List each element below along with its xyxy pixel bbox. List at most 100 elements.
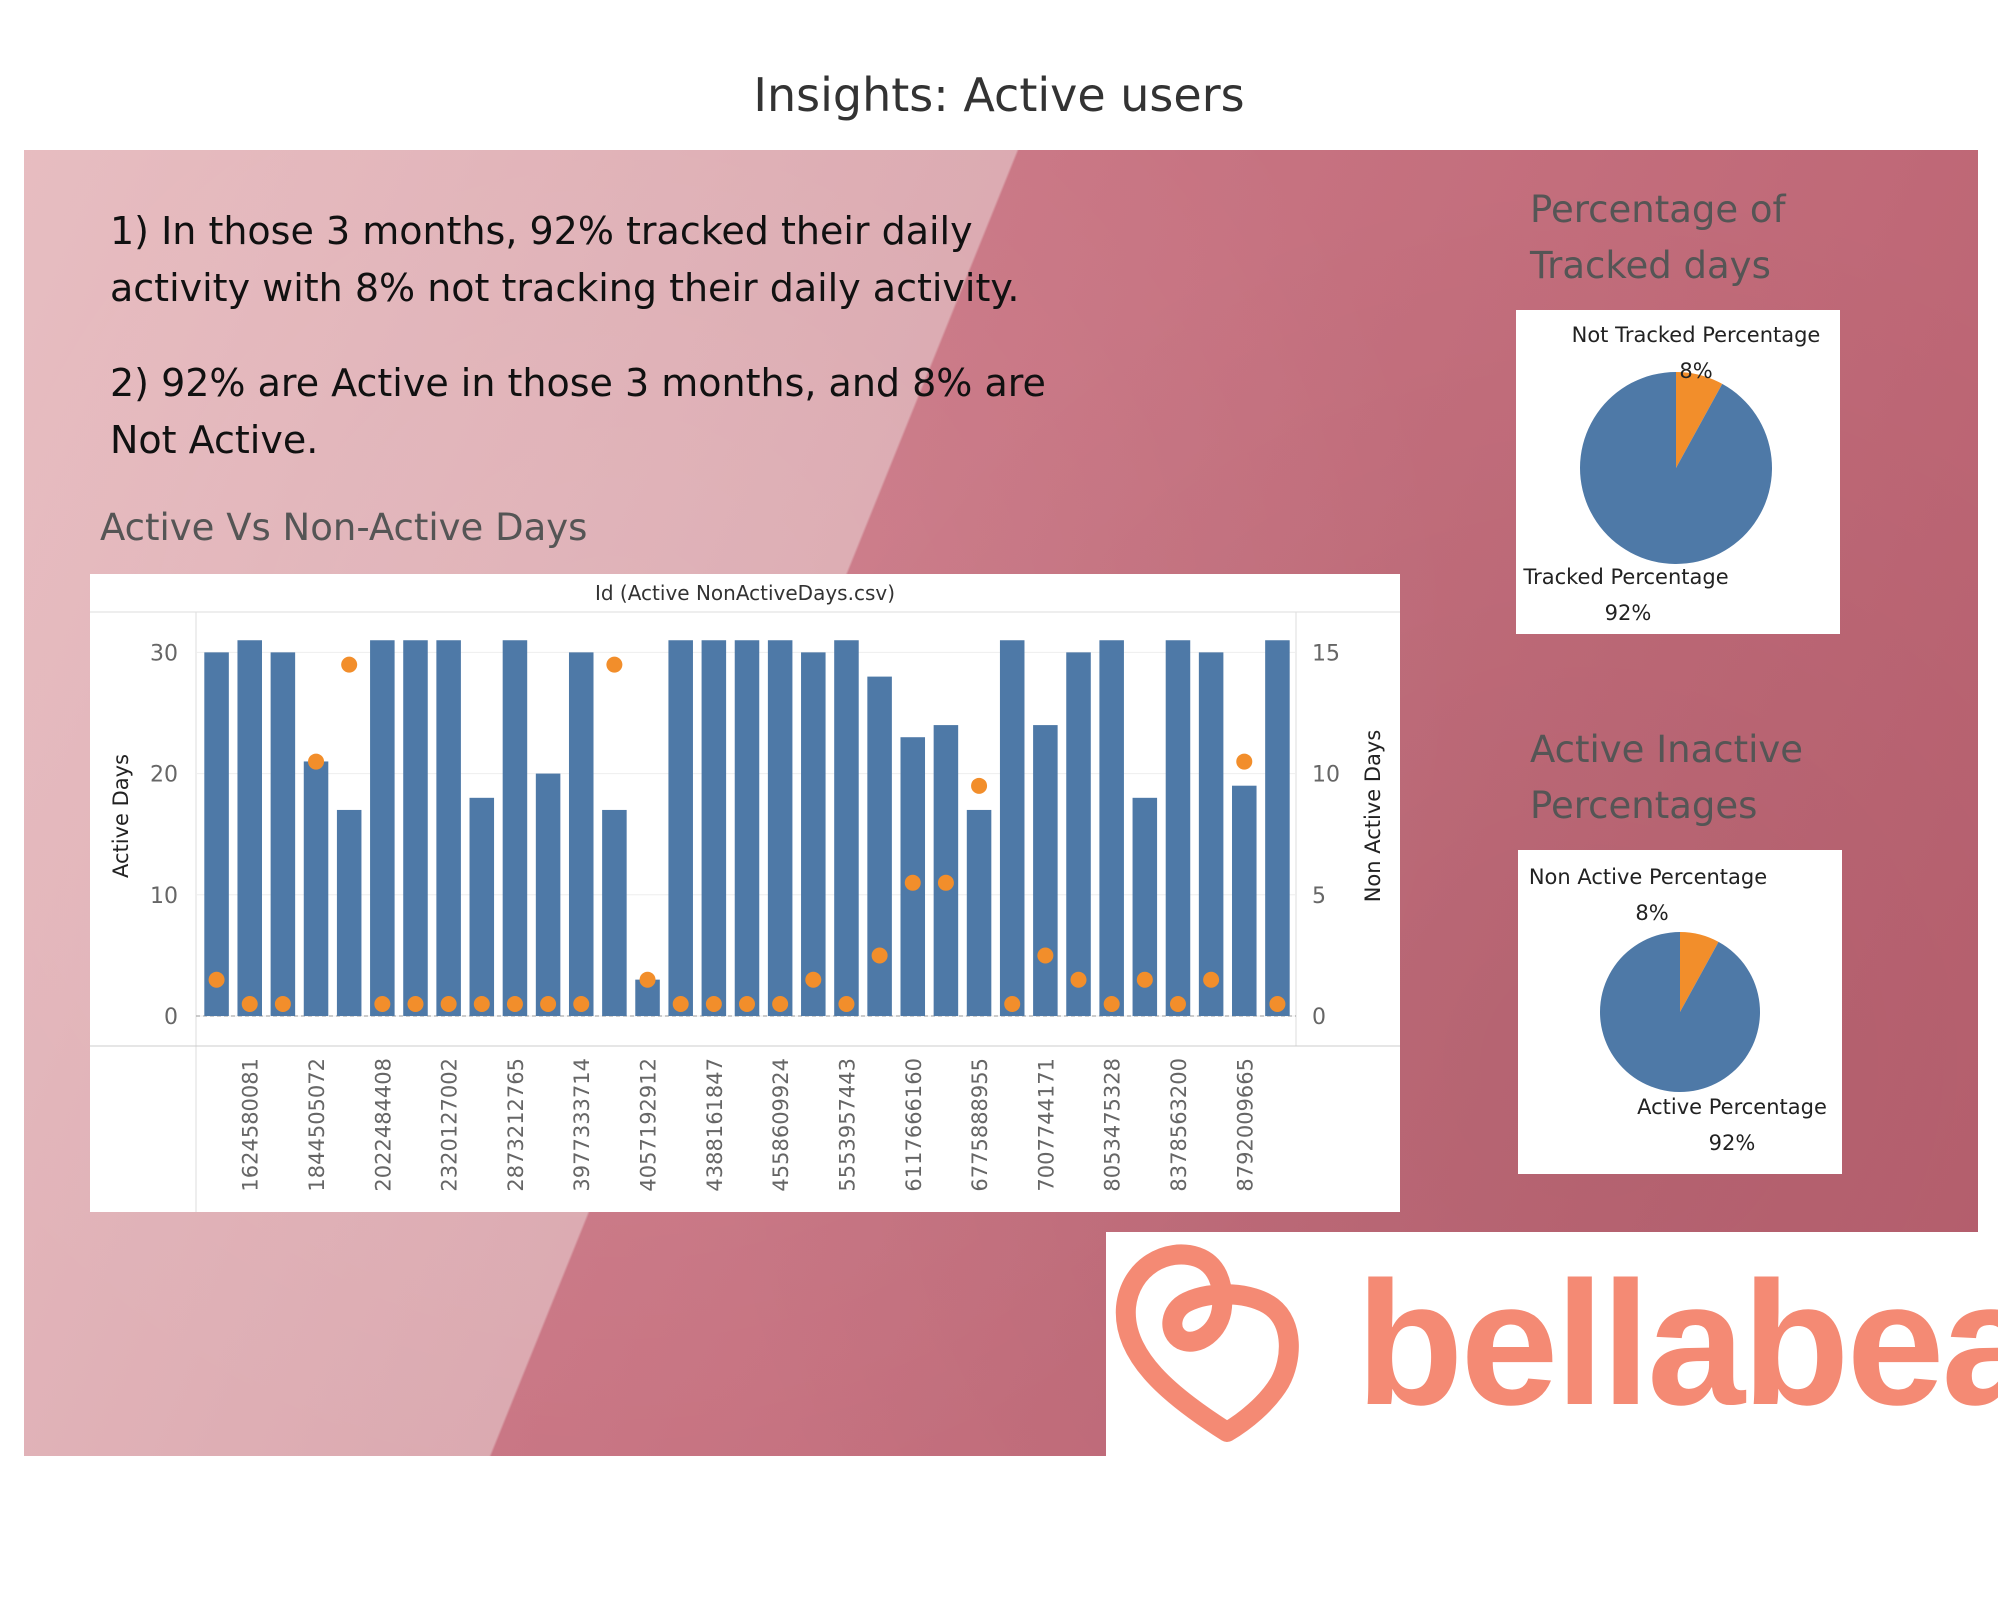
- y2-tick-label: 10: [1312, 763, 1340, 788]
- bar-active-days: [966, 809, 992, 1016]
- bar-active-days: [237, 640, 262, 1016]
- bar-active-days: [535, 773, 561, 1016]
- bar-active-days: [1066, 652, 1091, 1016]
- dot-non-active-days: [341, 656, 358, 673]
- dot-non-active-days: [1136, 971, 1153, 988]
- bar-active-days: [933, 725, 959, 1016]
- x-tick-label: 2022484408: [371, 1058, 395, 1192]
- dot-non-active-days: [208, 971, 225, 988]
- x-tick-label: 3977333714: [570, 1058, 594, 1192]
- dot-non-active-days: [241, 996, 258, 1012]
- x-tick-label: 1844505072: [305, 1058, 329, 1192]
- logo-wordmark: bellabeat: [1356, 1246, 1998, 1442]
- bar-active-days: [767, 640, 793, 1016]
- dot-non-active-days: [1236, 753, 1253, 770]
- y-tick-label: 30: [150, 641, 178, 666]
- bar-active-days: [602, 809, 627, 1016]
- dot-non-active-days: [1103, 996, 1120, 1012]
- bar-active-days: [469, 797, 495, 1016]
- x-tick-label: 6117666160: [902, 1058, 926, 1192]
- dot-non-active-days: [739, 996, 755, 1012]
- dot-non-active-days: [506, 996, 523, 1012]
- tracked-pie-card: Not Tracked Percentage 8% Tracked Percenta…: [1516, 310, 1840, 634]
- chart-title: Id (Active NonActiveDays.csv): [595, 581, 895, 605]
- dot-non-active-days: [374, 996, 391, 1012]
- dot-non-active-days: [672, 996, 689, 1012]
- x-tick-label: 1624580081: [239, 1058, 263, 1192]
- tracked-days-title: Percentage of Tracked days: [1530, 188, 1786, 287]
- bar-active-days: [668, 640, 693, 1016]
- x-tick-label: 5553957443: [835, 1058, 859, 1192]
- dot-non-active-days: [1037, 947, 1054, 964]
- x-tick-label: 7007744171: [1034, 1058, 1058, 1192]
- pie-slice-label: Not Tracked Percentage: [1572, 323, 1821, 347]
- bar-active-days: [734, 640, 760, 1016]
- dot-non-active-days: [1070, 971, 1087, 988]
- dot-non-active-days: [407, 996, 424, 1012]
- dot-non-active-days: [639, 971, 656, 988]
- x-tick-label: 4057192912: [637, 1058, 661, 1192]
- bar-chart-card: Id (Active NonActiveDays.csv) 0 10 20 30 0 5 10…: [90, 574, 1400, 1212]
- y2-axis-label: Non Active Days: [1361, 730, 1385, 903]
- x-tick-label: 2873212765: [504, 1058, 528, 1192]
- tracked-days-pie-chart: Not Tracked Percentage 8% Tracked Percenta…: [1522, 323, 1821, 625]
- x-tick-label: 8378563200: [1167, 1058, 1191, 1192]
- bar-active-days: [436, 640, 461, 1016]
- x-tick-label: 8053475328: [1101, 1058, 1125, 1192]
- bar-active-days: [502, 640, 528, 1016]
- dot-non-active-days: [705, 996, 722, 1012]
- pie-slice: [1580, 372, 1772, 564]
- x-tick-label: 8792009665: [1233, 1058, 1257, 1192]
- y2-tick-label: 5: [1312, 884, 1326, 909]
- dot-non-active-days: [606, 656, 623, 673]
- bar-active-days: [568, 652, 594, 1016]
- bar-active-days: [1198, 652, 1224, 1016]
- page-title: Insights: Active users: [753, 68, 1245, 122]
- bar-active-days: [370, 640, 395, 1016]
- x-tick-label: 4388161847: [703, 1058, 727, 1192]
- dot-non-active-days: [937, 874, 954, 891]
- bar-chart-section-title: Active Vs Non-Active Days: [100, 506, 588, 549]
- pie-slice-value: 8%: [1635, 901, 1668, 925]
- dot-non-active-days: [540, 996, 557, 1012]
- bar-active-days: [1165, 640, 1191, 1016]
- dot-non-active-days: [871, 947, 888, 964]
- active-inactive-pie-chart: Non Active Percentage 8% Active Percentage…: [1529, 865, 1827, 1155]
- insight-tracked-text: 1) In those 3 months, 92% tracked their …: [110, 209, 1020, 310]
- dot-non-active-days: [274, 996, 291, 1012]
- pie-slice-label: Non Active Percentage: [1529, 865, 1767, 889]
- dot-non-active-days: [838, 996, 855, 1012]
- dot-non-active-days: [308, 753, 325, 770]
- bar-active-days: [1033, 725, 1058, 1016]
- y-axis-label: Active Days: [109, 754, 133, 878]
- y2-tick-label: 0: [1312, 1005, 1326, 1030]
- bar-active-days: [834, 640, 859, 1016]
- dot-non-active-days: [904, 874, 921, 891]
- dot-non-active-days: [772, 996, 789, 1012]
- bar-active-days: [303, 761, 329, 1016]
- pie-slice-value: 8%: [1679, 359, 1712, 383]
- dot-non-active-days: [1269, 996, 1286, 1012]
- bar-active-days: [867, 676, 892, 1016]
- x-tick-label: 6775888955: [968, 1058, 992, 1192]
- dot-non-active-days: [971, 777, 988, 794]
- dot-non-active-days: [1203, 971, 1220, 988]
- dot-non-active-days: [573, 996, 590, 1012]
- pie-slice: [1600, 932, 1760, 1092]
- dot-non-active-days: [1004, 996, 1021, 1012]
- dot-non-active-days: [1169, 996, 1186, 1012]
- active-inactive-title: Active Inactive Percentages: [1530, 728, 1804, 827]
- pie-slice-value: 92%: [1605, 601, 1652, 625]
- bar-active-days: [336, 809, 362, 1016]
- y-tick-label: 10: [150, 884, 178, 909]
- y-tick-label: 0: [164, 1005, 178, 1030]
- dot-non-active-days: [473, 996, 490, 1012]
- pie-slice-label: Active Percentage: [1637, 1095, 1827, 1119]
- pie-slice-value: 92%: [1709, 1131, 1756, 1155]
- bar-active-days: [701, 640, 727, 1016]
- dot-non-active-days: [805, 971, 822, 988]
- insight-active-text: 2) 92% are Active in those 3 months, and…: [110, 361, 1046, 462]
- active-pie-card: Non Active Percentage 8% Active Percentage…: [1518, 850, 1842, 1174]
- heart-logo-icon: [1115, 1244, 1299, 1442]
- bar-active-days: [204, 652, 229, 1016]
